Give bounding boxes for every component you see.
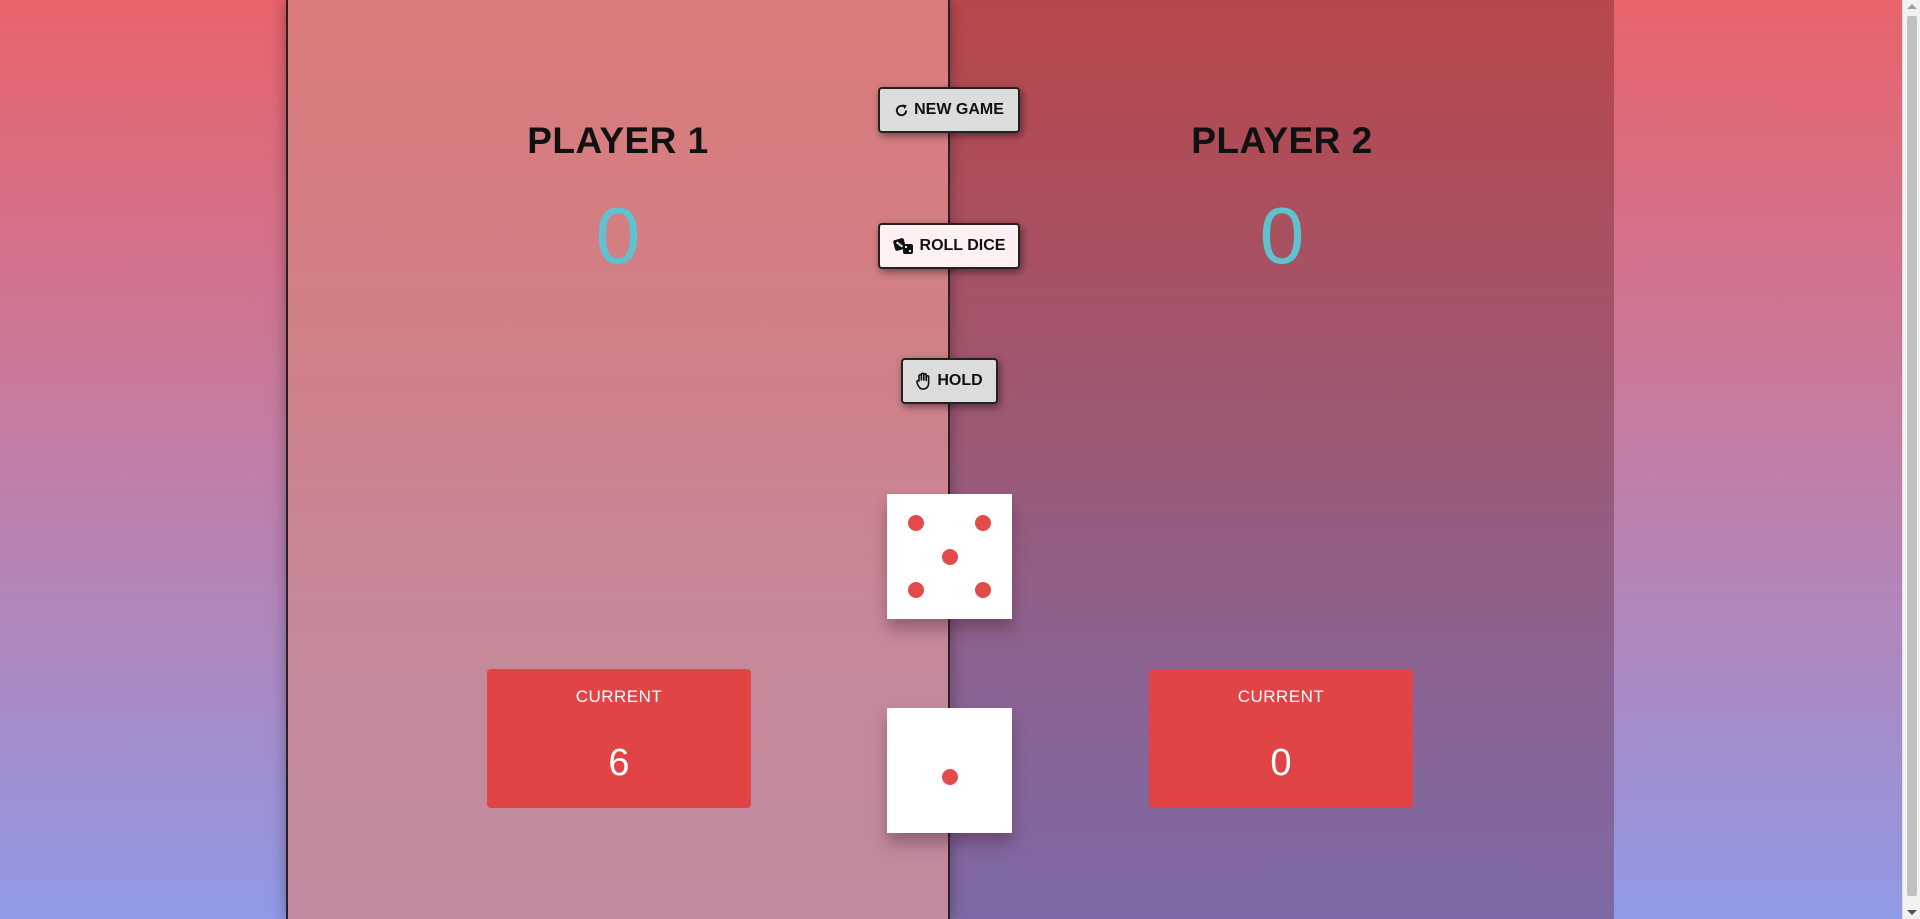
- player-1-panel: PLAYER 1 0 CURRENT 6: [286, 0, 950, 919]
- player-1-score: 0: [595, 191, 641, 280]
- die-pip: [975, 514, 992, 531]
- hold-label: HOLD: [937, 372, 983, 389]
- die-pip: [975, 582, 992, 599]
- rotate-right-icon: [894, 103, 909, 118]
- player-2-current-label: CURRENT: [1237, 687, 1325, 706]
- player-1-current-box: CURRENT 6: [487, 669, 751, 808]
- player-2-current-box: CURRENT 0: [1149, 669, 1413, 808]
- player-2-panel: PLAYER 2 0 CURRENT 0: [950, 0, 1614, 919]
- player-1-current-value: 6: [608, 742, 630, 784]
- player-1-current-label: CURRENT: [575, 687, 663, 706]
- player-2-current-value: 0: [1270, 742, 1292, 784]
- die-pip: [907, 582, 924, 599]
- scroll-up-arrow[interactable]: [1907, 4, 1917, 9]
- hand-icon: [916, 372, 932, 390]
- die-pip: [941, 768, 958, 785]
- roll-dice-button[interactable]: ROLL DICE: [878, 223, 1020, 269]
- new-game-label: NEW GAME: [914, 101, 1004, 118]
- player-2-name: PLAYER 2: [1191, 120, 1373, 161]
- hold-button[interactable]: HOLD: [901, 358, 998, 404]
- die-pip: [941, 548, 958, 565]
- scrollbar[interactable]: [1902, 0, 1920, 919]
- dice-icon: [892, 237, 915, 255]
- die-2: [887, 708, 1012, 833]
- player-2-score: 0: [1259, 191, 1305, 280]
- player-1-name: PLAYER 1: [527, 120, 709, 161]
- scroll-down-arrow[interactable]: [1907, 910, 1917, 915]
- scroll-thumb[interactable]: [1907, 16, 1917, 896]
- new-game-button[interactable]: NEW GAME: [878, 87, 1020, 133]
- die-pip: [907, 514, 924, 531]
- die-1: [887, 494, 1012, 619]
- roll-dice-label: ROLL DICE: [919, 237, 1006, 254]
